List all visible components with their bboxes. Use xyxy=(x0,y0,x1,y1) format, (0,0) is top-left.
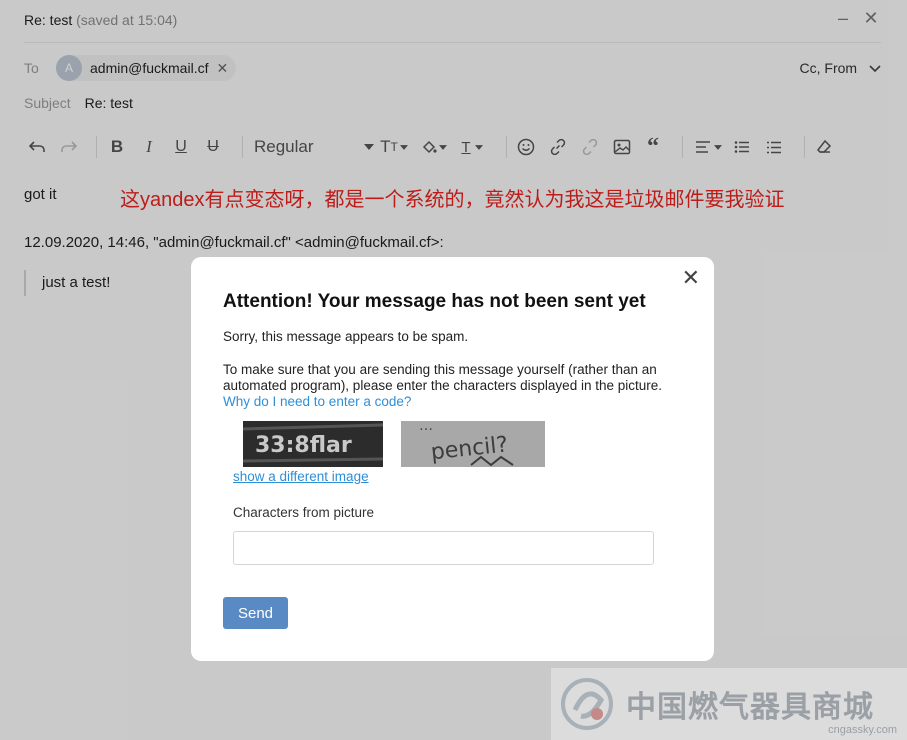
watermark-text: 中国燃气器具商城 xyxy=(626,690,874,725)
captcha-image-2: … pencil? xyxy=(401,421,545,467)
spam-message: Sorry, this message appears to be spam. xyxy=(223,329,469,344)
instructions-text: To make sure that you are sending this m… xyxy=(223,362,662,393)
watermark-logo xyxy=(561,678,613,730)
captcha-input[interactable] xyxy=(233,531,654,565)
close-icon[interactable]: ✕ xyxy=(682,267,700,289)
send-button[interactable]: Send xyxy=(223,597,288,629)
captcha-1-text: 33:8flar xyxy=(255,433,352,458)
different-image-link[interactable]: show a different image xyxy=(233,469,369,484)
watermark: 中国燃气器具商城 cngassky.com xyxy=(551,668,907,740)
captcha-instructions: To make sure that you are sending this m… xyxy=(223,362,673,410)
captcha-image-1: 33:8flar xyxy=(243,421,383,467)
why-code-link[interactable]: Why do I need to enter a code? xyxy=(223,394,411,409)
dialog-title: Attention! Your message has not been sen… xyxy=(223,291,646,312)
characters-label: Characters from picture xyxy=(233,505,375,520)
captcha-2-line1: … xyxy=(419,421,433,434)
spam-captcha-dialog: ✕ Attention! Your message has not been s… xyxy=(191,257,714,661)
watermark-url: cngassky.com xyxy=(828,724,897,736)
